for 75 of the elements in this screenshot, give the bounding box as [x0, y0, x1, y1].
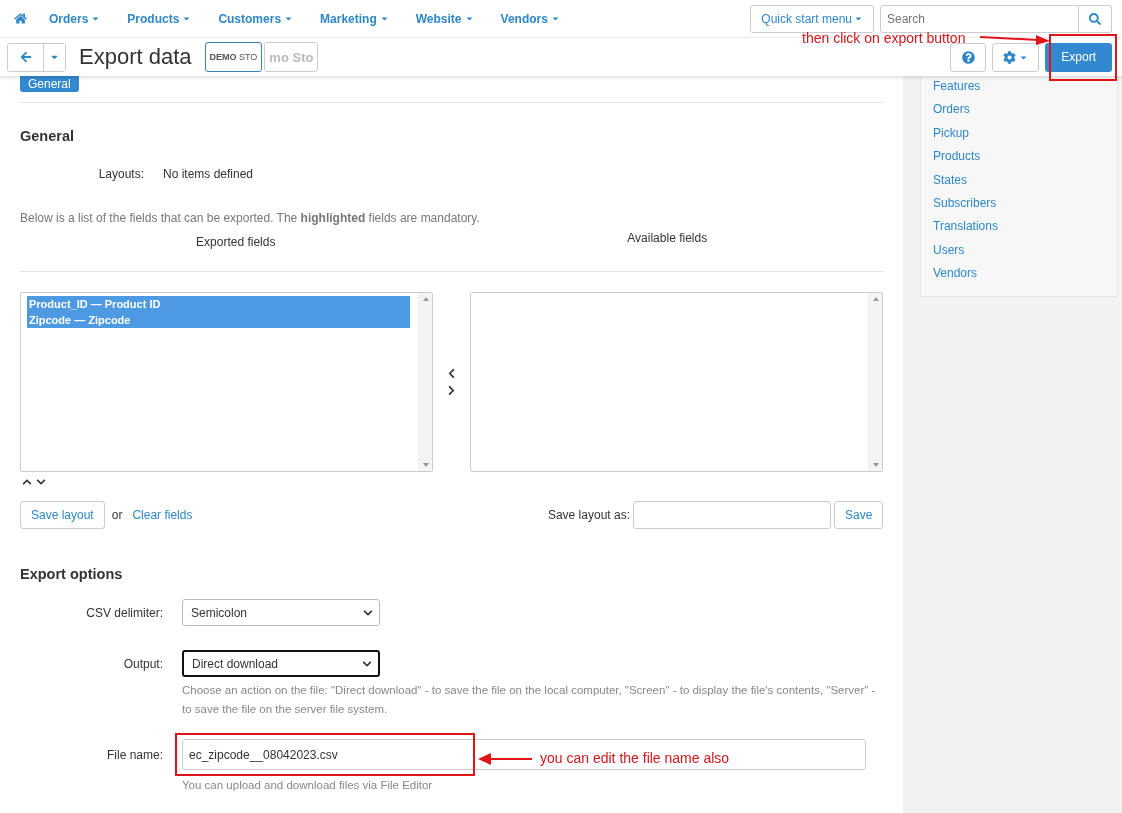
quick-start-menu-button[interactable]: Quick start menu [750, 4, 874, 33]
search-field[interactable]: Search [880, 4, 1079, 33]
field-label: File name: [105, 747, 164, 762]
select-field[interactable]: Direct download [182, 650, 380, 677]
column-heading: Available fields [627, 231, 708, 245]
chevron-down-icon [362, 658, 372, 669]
nav-menu-item[interactable]: Vendors [500, 11, 560, 26]
annotation-text: then click on export button [802, 30, 966, 46]
sidebar-link[interactable]: Subscribers [933, 196, 1105, 212]
nav-menu-item[interactable]: Orders [49, 11, 101, 26]
caret-icon [550, 14, 560, 23]
sidebar-link[interactable]: Pickup [933, 125, 1105, 142]
nav-menu-item[interactable]: Marketing [320, 11, 389, 26]
sidebar-link[interactable]: States [933, 172, 1105, 189]
store-badge[interactable]: mo Sto [264, 42, 319, 72]
description-text: Below is a list of the fields that can be exported. The highlighted fields are mandatory. [20, 211, 480, 225]
field-label: Output: [122, 656, 164, 671]
clear-fields-link[interactable]: Clear fields [132, 508, 193, 522]
caret-icon [284, 14, 294, 23]
help-button[interactable] [950, 42, 987, 72]
settings-icon [1003, 50, 1017, 64]
exported-fields-list[interactable]: Product_ID — Product ID Zipcode — Zipcode [20, 292, 433, 472]
chevron-down-icon [363, 607, 373, 618]
chevron-up-icon[interactable] [22, 477, 32, 487]
highlight-frame [1049, 34, 1117, 81]
section-title: General [20, 128, 75, 144]
caret-icon [379, 14, 389, 23]
field-label: CSV delimiter: [85, 605, 164, 620]
nav-menu-item[interactable]: Customers [218, 11, 294, 26]
sidebar-link[interactable]: Vendors [933, 266, 1105, 282]
column-heading: Exported fields [196, 235, 276, 249]
page-title: Export data [79, 44, 192, 70]
list-item[interactable]: Zipcode — Zipcode [27, 312, 410, 328]
sidebar-link[interactable]: Users [933, 242, 1105, 259]
or-text: or [111, 508, 123, 522]
annotation-text: you can edit the file name also [540, 750, 730, 766]
sidebar-link[interactable]: Features [933, 79, 1105, 95]
section-title: Export options [20, 566, 124, 582]
chevron-down-icon[interactable] [36, 477, 46, 487]
sidebar-link[interactable]: Orders [933, 102, 1105, 118]
nav-menu-item[interactable]: Website [415, 11, 474, 26]
layout-name-field[interactable] [633, 501, 831, 529]
back-button[interactable] [8, 43, 44, 71]
sidebar-link[interactable]: Products [933, 149, 1105, 165]
caret-icon [182, 14, 192, 23]
scrollbar[interactable] [868, 293, 882, 471]
search-button[interactable] [1079, 4, 1112, 33]
store-badge[interactable]: DEMO STO [204, 42, 263, 72]
help-icon [961, 50, 975, 64]
help-text: You can upload and download files via File Editor [182, 778, 433, 793]
caret-icon [854, 14, 863, 23]
save-button[interactable]: Save [834, 501, 883, 529]
layouts-value: No items defined [163, 167, 254, 181]
nav-menu-item[interactable]: Products [127, 11, 192, 26]
list-item[interactable]: Product_ID — Product ID [27, 296, 410, 312]
search-icon [1089, 12, 1101, 25]
export-button[interactable]: Export [1045, 42, 1112, 72]
annotation-arrow [478, 753, 532, 765]
home-icon[interactable] [14, 12, 27, 25]
caret-icon [91, 14, 101, 23]
save-layout-as-label: Save layout as: [547, 508, 630, 522]
chevron-left-icon[interactable] [446, 368, 457, 379]
tab[interactable]: General [20, 76, 79, 92]
settings-button[interactable] [992, 42, 1040, 72]
annotation-arrow [980, 34, 1050, 46]
sidebar-link[interactable]: Translations [933, 219, 1105, 235]
scrollbar[interactable] [418, 293, 432, 471]
layouts-label: Layouts: [97, 167, 145, 181]
available-fields-list[interactable] [470, 292, 883, 472]
arrow-left-icon [19, 51, 32, 63]
help-text: Choose an action on the file: "Direct download" - to save the file on the local computer, "Screen" - to display the file's contents, "Server" - to save the file on the server file system. [182, 683, 877, 717]
save-layout-button[interactable]: Save layout [20, 501, 105, 529]
caret-icon [464, 14, 474, 23]
select-field[interactable]: Semicolon [182, 599, 380, 626]
chevron-right-icon[interactable] [446, 385, 457, 396]
